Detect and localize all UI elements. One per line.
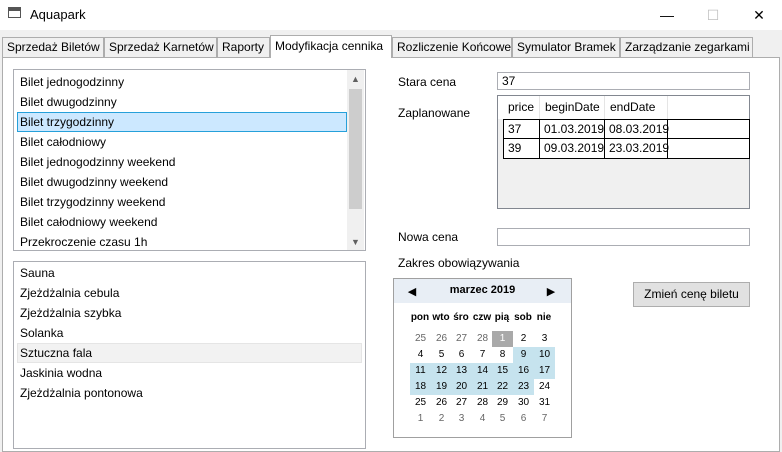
- next-month-button[interactable]: ▶: [543, 283, 559, 299]
- table-cell: 09.03.2019: [540, 139, 605, 159]
- calendar-day-other-month[interactable]: 25: [410, 331, 431, 347]
- tab-modyfikacja-cennika[interactable]: Modyfikacja cennika: [270, 35, 392, 58]
- ticket-list[interactable]: Bilet jednogodzinny Bilet dwugodzinny Bi…: [13, 69, 366, 251]
- calendar-day[interactable]: 26: [431, 395, 452, 411]
- list-item[interactable]: Zjeżdżalnia cebula: [17, 283, 362, 303]
- table-cell: 39: [503, 139, 540, 159]
- table-cell: 01.03.2019: [540, 120, 605, 140]
- calendar-weekday: nie: [536, 312, 552, 323]
- grid-row-border: [749, 119, 750, 159]
- calendar-day-other-month[interactable]: 3: [451, 411, 472, 427]
- calendar-day[interactable]: 22: [492, 379, 513, 395]
- attraction-list[interactable]: Sauna Zjeżdżalnia cebula Zjeżdżalnia szy…: [13, 261, 366, 449]
- calendar-day[interactable]: 14: [472, 363, 493, 379]
- old-price-label: Stara cena: [398, 75, 457, 89]
- calendar-day-other-month[interactable]: 28: [472, 331, 493, 347]
- calendar-day[interactable]: 29: [492, 395, 513, 411]
- calendar-day[interactable]: 19: [431, 379, 452, 395]
- list-item[interactable]: Bilet jednogodzinny weekend: [17, 152, 357, 172]
- calendar-day[interactable]: 21: [472, 379, 493, 395]
- calendar-day[interactable]: 2: [513, 331, 534, 347]
- list-item[interactable]: Sauna: [17, 263, 362, 283]
- calendar-day[interactable]: 16: [513, 363, 534, 379]
- calendar-day[interactable]: 12: [431, 363, 452, 379]
- table-cell: 23.03.2019: [605, 139, 669, 159]
- scheduled-label: Zaplanowane: [398, 106, 471, 120]
- list-item[interactable]: Przekroczenie czasu 1h: [17, 232, 357, 250]
- tab-raporty[interactable]: Raporty: [217, 37, 270, 57]
- list-item[interactable]: Bilet dwugodzinny: [17, 92, 357, 112]
- calendar-day-other-month[interactable]: 1: [410, 411, 431, 427]
- table-cell: 37: [503, 120, 540, 140]
- maximize-icon: ☐: [706, 6, 720, 23]
- new-price-label: Nowa cena: [398, 230, 459, 244]
- close-icon: ✕: [753, 6, 765, 23]
- calendar-day[interactable]: 1: [492, 331, 513, 347]
- tab-rozliczenie-koncowe[interactable]: Rozliczenie Końcowe: [392, 37, 512, 57]
- calendar-day[interactable]: 4: [410, 347, 431, 363]
- close-button[interactable]: ✕: [736, 0, 782, 30]
- calendar-day[interactable]: 5: [431, 347, 452, 363]
- minimize-icon: —: [660, 7, 674, 23]
- scroll-up-icon[interactable]: ▲: [347, 70, 364, 87]
- calendar-day[interactable]: 27: [451, 395, 472, 411]
- old-price-field[interactable]: 37: [497, 72, 750, 90]
- list-item[interactable]: Solanka: [17, 323, 362, 343]
- list-item[interactable]: Jaskinia wodna: [17, 363, 362, 383]
- tab-symulator-bramek[interactable]: Symulator Bramek: [512, 37, 620, 57]
- calendar-day-other-month[interactable]: 4: [472, 411, 493, 427]
- calendar-day[interactable]: 7: [472, 347, 493, 363]
- calendar-day-other-month[interactable]: 7: [534, 411, 555, 427]
- chevron-right-icon: ▶: [546, 285, 556, 298]
- scroll-thumb[interactable]: [349, 89, 362, 209]
- window-title: Aquapark: [30, 7, 86, 22]
- calendar-day[interactable]: 8: [492, 347, 513, 363]
- scroll-down-icon[interactable]: ▼: [347, 233, 364, 250]
- new-price-field[interactable]: [497, 228, 750, 246]
- calendar-day[interactable]: 31: [534, 395, 555, 411]
- minimize-button[interactable]: —: [644, 0, 690, 30]
- list-item[interactable]: Zjeżdżalnia szybka: [17, 303, 362, 323]
- table-cell: 08.03.2019: [605, 120, 669, 140]
- calendar-day[interactable]: 30: [513, 395, 534, 411]
- calendar-day[interactable]: 9: [513, 347, 534, 363]
- calendar-day-other-month[interactable]: 27: [451, 331, 472, 347]
- calendar-day[interactable]: 20: [451, 379, 472, 395]
- calendar-day[interactable]: 6: [451, 347, 472, 363]
- list-item[interactable]: Bilet trzygodzinny weekend: [17, 192, 357, 212]
- calendar-day[interactable]: 24: [534, 379, 555, 395]
- calendar-day[interactable]: 17: [534, 363, 555, 379]
- calendar-day[interactable]: 11: [410, 363, 431, 379]
- calendar-day[interactable]: 28: [472, 395, 493, 411]
- list-item[interactable]: Bilet dwugodzinny weekend: [17, 172, 357, 192]
- tab-sprzedaz-biletow[interactable]: Sprzedaż Biletów: [2, 37, 104, 57]
- calendar-day[interactable]: 10: [534, 347, 555, 363]
- calendar-day[interactable]: 13: [451, 363, 472, 379]
- change-price-button[interactable]: Zmień cenę biletu: [633, 282, 750, 307]
- calendar-day[interactable]: 25: [410, 395, 431, 411]
- calendar-day[interactable]: 23: [513, 379, 534, 395]
- list-item-selected[interactable]: Bilet trzygodzinny: [17, 112, 347, 132]
- calendar-day-other-month[interactable]: 5: [492, 411, 513, 427]
- list-item[interactable]: Bilet całodniowy: [17, 132, 357, 152]
- grid-header-price[interactable]: price: [503, 96, 540, 119]
- calendar-day[interactable]: 3: [534, 331, 555, 347]
- calendar-day-other-month[interactable]: 26: [431, 331, 452, 347]
- calendar-day[interactable]: 15: [492, 363, 513, 379]
- app-window-icon: [8, 7, 21, 18]
- grid-header-begindate[interactable]: beginDate: [540, 96, 605, 119]
- calendar-day[interactable]: 18: [410, 379, 431, 395]
- tab-sprzedaz-karnetow[interactable]: Sprzedaż Karnetów: [104, 37, 217, 57]
- tab-zarzadzanie-zegarkami[interactable]: Zarządzanie zegarkami: [620, 37, 753, 57]
- maximize-button[interactable]: ☐: [690, 0, 736, 30]
- validity-label: Zakres obowiązywania: [398, 256, 520, 270]
- list-item[interactable]: Bilet całodniowy weekend: [17, 212, 357, 232]
- grid-header-enddate[interactable]: endDate: [605, 96, 668, 119]
- list-item[interactable]: Zjeżdżalnia pontonowa: [17, 383, 362, 403]
- calendar-day-other-month[interactable]: 2: [431, 411, 452, 427]
- list-item[interactable]: Bilet jednogodzinny: [17, 72, 357, 92]
- calendar-day-other-month[interactable]: 6: [513, 411, 534, 427]
- list-item-hovered[interactable]: Sztuczna fala: [17, 343, 362, 363]
